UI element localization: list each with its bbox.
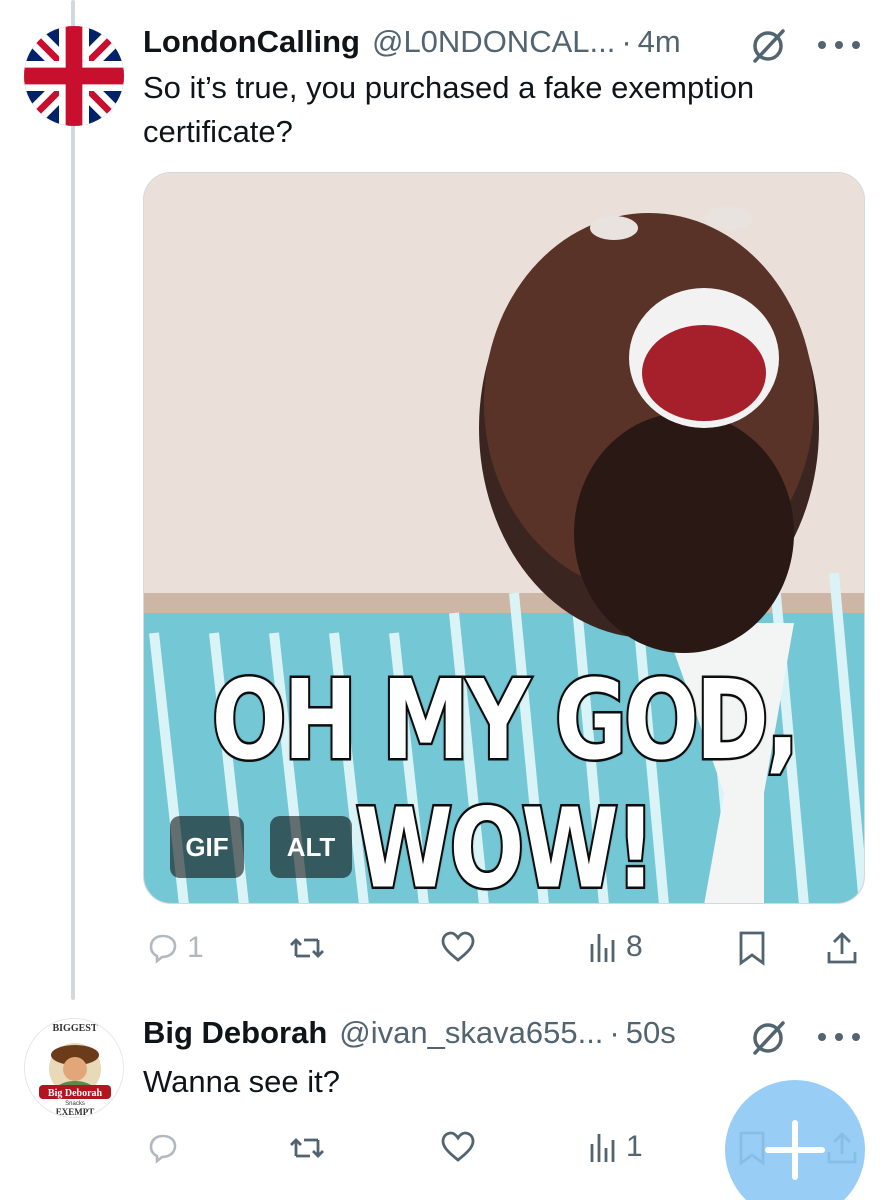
gif-caption: OH MY GOD, WOW! [210, 653, 802, 904]
share-icon [827, 932, 857, 964]
reply-icon [149, 1134, 177, 1164]
alt-badge[interactable]: ALT [270, 816, 352, 878]
share-button[interactable] [825, 930, 859, 966]
grok-icon[interactable] [748, 26, 788, 66]
user-handle[interactable]: @ivan_skava655... [339, 1015, 603, 1051]
tweet-text: So it’s true, you purchased a fake exemp… [143, 70, 755, 149]
like-icon [441, 931, 475, 962]
separator-dot: · [621, 24, 632, 59]
views-button[interactable]: 8 [588, 928, 643, 966]
repost-icon [290, 1138, 324, 1158]
views-count: 1 [626, 1130, 643, 1163]
tweet-media-gif[interactable]: OH MY GOD, WOW! [143, 172, 865, 904]
like-icon [441, 1131, 475, 1162]
tweet-header: LondonCalling @L0NDONCAL... · 4m [143, 24, 681, 60]
bookmark-icon [739, 931, 765, 966]
reply-button[interactable] [145, 1130, 181, 1166]
more-icon[interactable] [818, 39, 860, 51]
repost-icon [290, 938, 324, 958]
more-icon[interactable] [818, 1031, 860, 1043]
like-button[interactable] [440, 1130, 476, 1164]
user-handle[interactable]: @L0NDONCAL... [372, 24, 615, 60]
views-button[interactable]: 1 [588, 1128, 643, 1166]
bookmark-button[interactable] [737, 930, 767, 966]
logo-top-text: BIGGEST [52, 1023, 97, 1034]
views-icon [590, 1134, 615, 1162]
timestamp[interactable]: 4m [638, 24, 681, 60]
tweet-header: Big Deborah @ivan_skava655... · 50s [143, 1015, 676, 1051]
display-name[interactable]: Big Deborah [143, 1015, 327, 1051]
separator-dot: · [609, 1015, 620, 1050]
grok-icon[interactable] [748, 1018, 788, 1058]
reply-count: 1 [187, 931, 204, 964]
repost-button[interactable] [288, 1130, 326, 1166]
like-button[interactable] [440, 930, 476, 964]
logo-bottom-text: EXEMPT [56, 1107, 95, 1117]
views-count: 8 [626, 930, 643, 963]
gif-badge[interactable]: GIF [170, 816, 244, 878]
union-jack-icon [24, 26, 124, 126]
thread-line [71, 0, 75, 1000]
views-icon [590, 934, 615, 962]
reply-icon [149, 934, 177, 964]
reply-button[interactable]: 1 [145, 930, 204, 966]
display-name[interactable]: LondonCalling [143, 24, 360, 60]
tweet-text: Wanna see it? [143, 1064, 341, 1099]
timestamp[interactable]: 50s [626, 1015, 676, 1051]
logo-brand-text: Big Deborah [48, 1088, 103, 1099]
big-deborah-logo: BIGGEST Big Deborah Snacks EXEMPT [25, 1019, 123, 1117]
repost-button[interactable] [288, 930, 326, 966]
user-avatar[interactable]: BIGGEST Big Deborah Snacks EXEMPT [24, 1018, 124, 1118]
user-avatar[interactable] [24, 26, 124, 126]
